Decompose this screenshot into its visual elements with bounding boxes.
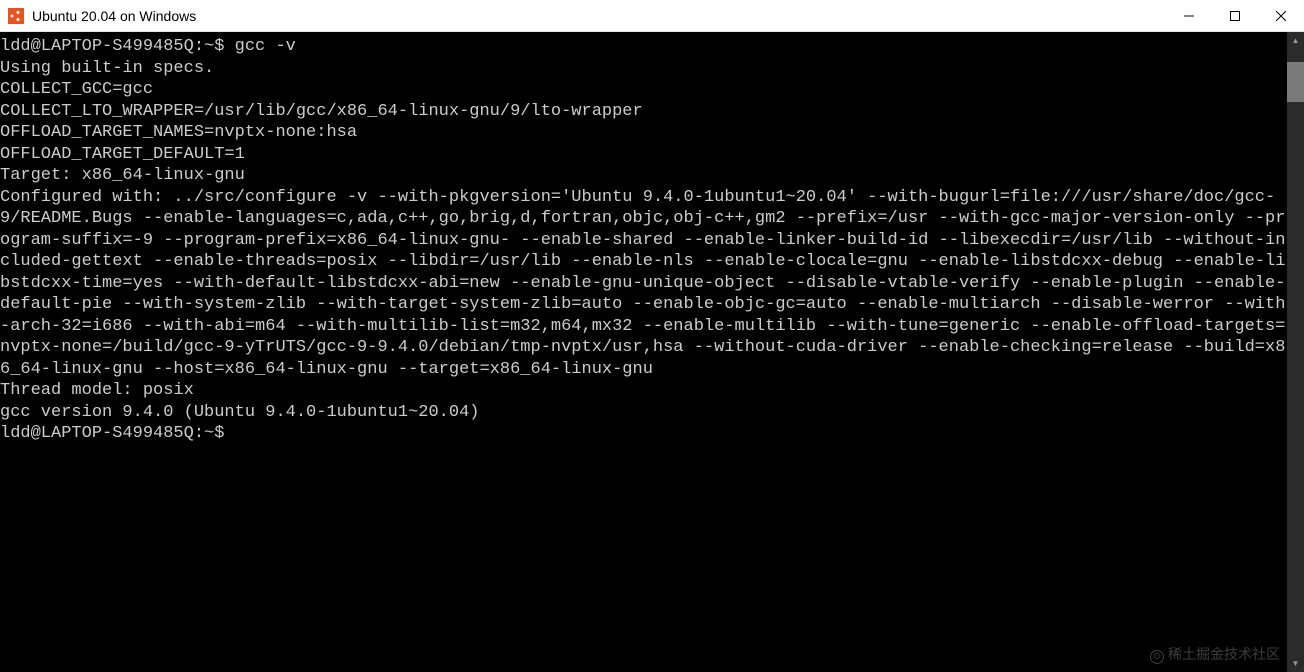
window-controls bbox=[1166, 0, 1304, 31]
prompt-path: ~ bbox=[204, 37, 214, 56]
prompt-user: ldd@LAPTOP-S499485Q bbox=[0, 424, 194, 443]
output-line: Target: x86_64-linux-gnu bbox=[0, 166, 245, 185]
output-line: COLLECT_LTO_WRAPPER=/usr/lib/gcc/x86_64-… bbox=[0, 102, 643, 121]
vertical-scrollbar[interactable]: ▲ ▼ bbox=[1287, 32, 1304, 672]
ubuntu-icon bbox=[8, 8, 24, 24]
output-line: COLLECT_GCC=gcc bbox=[0, 80, 153, 99]
prompt-symbol: $ bbox=[214, 424, 234, 443]
watermark-text: 稀土掘金技术社区 bbox=[1168, 646, 1280, 662]
prompt-user: ldd@LAPTOP-S499485Q bbox=[0, 37, 194, 56]
output-line: OFFLOAD_TARGET_NAMES=nvptx-none:hsa bbox=[0, 123, 357, 142]
close-button[interactable] bbox=[1258, 0, 1304, 32]
output-line: gcc version 9.4.0 (Ubuntu 9.4.0-1ubuntu1… bbox=[0, 403, 479, 422]
output-line: Thread model: posix bbox=[0, 381, 194, 400]
output-line: Using built-in specs. bbox=[0, 59, 214, 78]
prompt-symbol: $ bbox=[214, 37, 234, 56]
window-title: Ubuntu 20.04 on Windows bbox=[32, 8, 1166, 24]
terminal-area[interactable]: ldd@LAPTOP-S499485Q:~$ gcc -v Using buil… bbox=[0, 32, 1304, 672]
scroll-down-arrow[interactable]: ▼ bbox=[1287, 655, 1304, 672]
output-line: OFFLOAD_TARGET_DEFAULT=1 bbox=[0, 145, 245, 164]
minimize-button[interactable] bbox=[1166, 0, 1212, 32]
watermark: ⊙ 稀土掘金技术社区 bbox=[1150, 644, 1280, 664]
scroll-thumb[interactable] bbox=[1287, 62, 1304, 102]
watermark-icon: ⊙ bbox=[1150, 650, 1164, 664]
window-titlebar: Ubuntu 20.04 on Windows bbox=[0, 0, 1304, 32]
scroll-up-arrow[interactable]: ▲ bbox=[1287, 32, 1304, 49]
terminal-output[interactable]: ldd@LAPTOP-S499485Q:~$ gcc -v Using buil… bbox=[0, 32, 1287, 672]
maximize-button[interactable] bbox=[1212, 0, 1258, 32]
output-line: Configured with: ../src/configure -v --w… bbox=[0, 188, 1285, 379]
command-text: gcc -v bbox=[235, 37, 296, 56]
prompt-path: ~ bbox=[204, 424, 214, 443]
